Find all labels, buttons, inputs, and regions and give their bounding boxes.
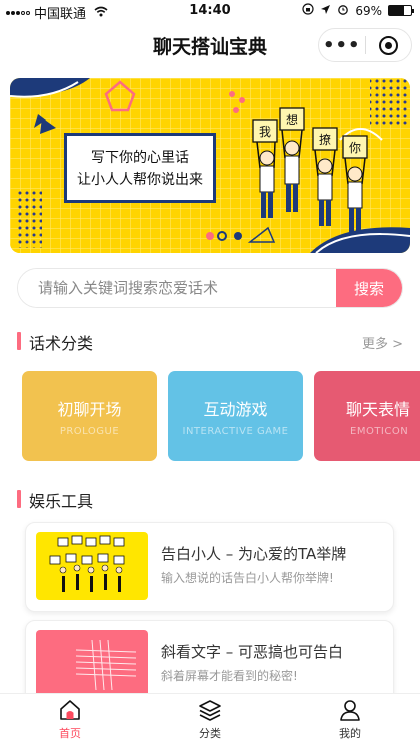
banner-line-2: 让小人人帮你说出来 xyxy=(77,172,203,188)
category-card-emoticon[interactable]: 聊天表情 EMOTICON xyxy=(314,371,420,461)
tools-section-header: 娱乐工具 xyxy=(17,488,407,511)
sign-char-2: 想 xyxy=(286,112,298,127)
tab-category[interactable]: 分类 xyxy=(140,698,280,741)
tool-title: 告白小人 – 为心爱的TA举牌 xyxy=(161,545,347,563)
user-icon xyxy=(340,700,360,721)
location-icon xyxy=(320,4,331,18)
category-name: 初聊开场 xyxy=(57,399,122,419)
sign-char-4: 你 xyxy=(349,141,361,155)
tab-home[interactable]: 首页 xyxy=(0,698,140,741)
tab-label: 首页 xyxy=(59,727,81,740)
section-accent-bar xyxy=(17,332,21,350)
section-accent-bar xyxy=(17,490,21,508)
alarm-icon xyxy=(337,3,349,18)
category-subtitle: PROLOGUE xyxy=(59,425,120,437)
search-button[interactable]: 搜索 xyxy=(336,269,402,307)
tab-label: 我的 xyxy=(339,727,361,740)
search-input[interactable] xyxy=(18,269,338,307)
search-bar: 搜索 xyxy=(17,268,403,308)
bottom-tab-bar: 首页 分类 我的 xyxy=(0,693,420,747)
banner-line-1: 写下你的心里话 xyxy=(91,150,189,166)
category-section-title: 话术分类 xyxy=(29,334,94,353)
more-categories-link[interactable]: 更多 > xyxy=(362,333,403,352)
category-card-prologue[interactable]: 初聊开场 PROLOGUE xyxy=(22,371,157,461)
category-name: 聊天表情 xyxy=(346,399,411,419)
category-subtitle: INTERACTIVE GAME xyxy=(182,425,289,437)
category-name: 互动游戏 xyxy=(203,399,268,419)
more-menu-button[interactable]: ••• xyxy=(319,35,365,56)
target-icon xyxy=(378,35,398,55)
hero-banner[interactable]: 我 想 撩 你 写下你的心里话 让小人人帮你说出来 xyxy=(10,78,410,253)
banner-message-card: 写下你的心里话 让小人人帮你说出来 xyxy=(64,133,216,203)
tools-section-title: 娱乐工具 xyxy=(29,492,94,511)
tool-description: 输入想说的话告白小人帮你举牌! xyxy=(161,571,334,585)
tab-mine[interactable]: 我的 xyxy=(280,698,420,741)
category-carousel[interactable]: 初聊开场 PROLOGUE 互动游戏 INTERACTIVE GAME 聊天表情… xyxy=(0,371,420,461)
mini-program-capsule: ••• xyxy=(318,28,412,62)
nav-bar: 聊天搭讪宝典 ••• xyxy=(0,22,420,66)
category-subtitle: EMOTICON xyxy=(350,425,409,437)
home-icon xyxy=(60,700,80,720)
status-bar: 中国联通 14:40 69% xyxy=(0,0,420,22)
sign-char-3: 撩 xyxy=(319,132,331,147)
tool-thumbnail xyxy=(36,630,148,698)
status-right: 69% xyxy=(302,3,414,18)
close-program-button[interactable] xyxy=(365,35,411,55)
tool-card-confession-figures[interactable]: 告白小人 – 为心爱的TA举牌 输入想说的话告白小人帮你举牌! xyxy=(25,522,394,612)
lock-rotation-icon xyxy=(302,3,314,18)
category-section-header: 话术分类 更多 > xyxy=(17,330,407,353)
category-card-game[interactable]: 互动游戏 INTERACTIVE GAME xyxy=(168,371,303,461)
tab-label: 分类 xyxy=(199,727,221,740)
tool-description: 斜着屏幕才能看到的秘密! xyxy=(161,669,298,683)
battery-icon xyxy=(388,5,414,16)
tool-thumbnail xyxy=(36,532,148,600)
tool-title: 斜看文字 – 可恶搞也可告白 xyxy=(161,643,344,661)
layers-icon xyxy=(199,700,221,721)
battery-percent: 69% xyxy=(355,3,382,18)
sign-char-1: 我 xyxy=(259,125,271,139)
